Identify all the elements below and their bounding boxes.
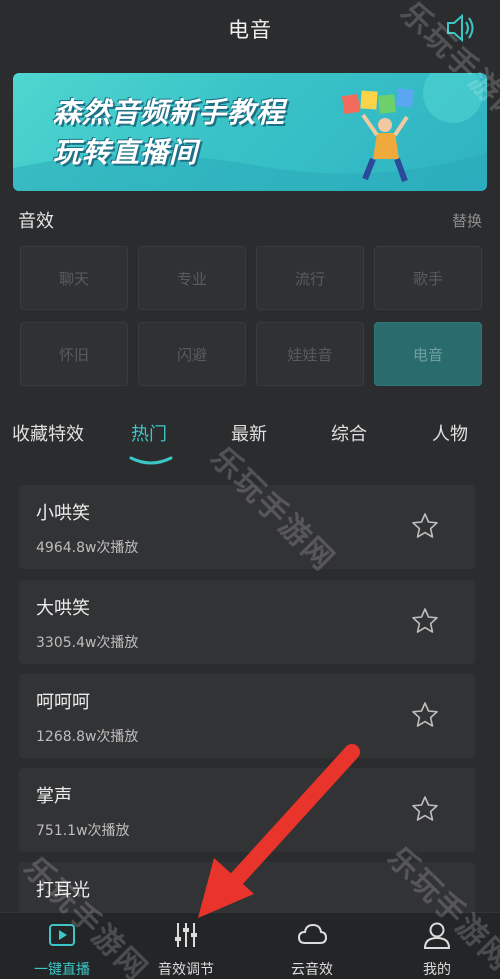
nav-item-me[interactable]: 我的 xyxy=(387,913,487,979)
tab-characters[interactable]: 人物 xyxy=(432,420,468,446)
top-bar: 电音 xyxy=(0,0,500,58)
effect-chip[interactable]: 怀旧 xyxy=(20,322,128,386)
effect-chip[interactable]: 流行 xyxy=(256,246,364,310)
nav-label: 音效调节 xyxy=(158,962,214,978)
play-count: 3305.4w次播放 xyxy=(36,635,139,651)
speaker-icon[interactable] xyxy=(444,12,478,44)
sound-name: 打耳光 xyxy=(36,880,90,901)
effect-chip[interactable]: 专业 xyxy=(138,246,246,310)
banner-title-line1: 森然音频新手教程 xyxy=(53,96,286,129)
sound-item[interactable]: 小哄笑 4964.8w次播放 xyxy=(19,485,475,569)
tutorial-banner[interactable]: 森然音频新手教程 玩转直播间 xyxy=(13,73,487,191)
nav-label: 云音效 xyxy=(291,962,333,978)
live-play-icon xyxy=(49,924,75,946)
play-count: 1268.8w次播放 xyxy=(36,729,139,745)
cloud-icon xyxy=(297,923,328,944)
banner-title-line2: 玩转直播间 xyxy=(53,136,199,169)
equalizer-icon xyxy=(175,923,197,947)
sound-name: 呵呵呵 xyxy=(36,692,90,713)
nav-item-cloud[interactable]: 云音效 xyxy=(262,913,362,979)
nav-item-equalizer[interactable]: 音效调节 xyxy=(136,913,236,979)
tab-latest[interactable]: 最新 xyxy=(231,420,267,446)
sound-item[interactable]: 大哄笑 3305.4w次播放 xyxy=(19,580,475,664)
page-title: 电音 xyxy=(228,18,272,42)
tab-favorites[interactable]: 收藏特效 xyxy=(12,420,84,446)
nav-label: 我的 xyxy=(423,962,451,978)
nav-item-live[interactable]: 一键直播 xyxy=(12,913,112,979)
sound-name: 掌声 xyxy=(36,786,72,807)
play-count: 4964.8w次播放 xyxy=(36,540,139,556)
user-icon xyxy=(423,922,451,949)
bottom-nav: 一键直播 音效调节 云音效 我的 xyxy=(0,912,500,979)
effect-chip[interactable]: 娃娃音 xyxy=(256,322,364,386)
sound-name: 大哄笑 xyxy=(36,598,90,619)
effect-chip-selected[interactable]: 电音 xyxy=(374,322,482,386)
sound-item[interactable]: 打耳光 xyxy=(19,862,475,912)
effect-chip[interactable]: 聊天 xyxy=(20,246,128,310)
swap-button[interactable]: 替换 xyxy=(452,210,482,231)
effect-chip[interactable]: 闪避 xyxy=(138,322,246,386)
sound-item[interactable]: 呵呵呵 1268.8w次播放 xyxy=(19,674,475,758)
tab-hot[interactable]: 热门 xyxy=(131,420,167,446)
sound-item[interactable]: 掌声 751.1w次播放 xyxy=(19,768,475,852)
effect-chip[interactable]: 歌手 xyxy=(374,246,482,310)
play-count: 751.1w次播放 xyxy=(36,823,130,839)
sound-name: 小哄笑 xyxy=(36,503,90,524)
favorite-star-icon[interactable] xyxy=(411,512,439,540)
effects-label: 音效 xyxy=(18,211,54,232)
tab-general[interactable]: 综合 xyxy=(331,420,367,446)
nav-label: 一键直播 xyxy=(34,962,90,978)
favorite-star-icon[interactable] xyxy=(411,701,439,729)
category-tabs: 收藏特效 热门 最新 综合 人物 xyxy=(0,420,500,470)
favorite-star-icon[interactable] xyxy=(411,607,439,635)
effects-section-header: 音效 替换 xyxy=(18,206,482,234)
active-tab-indicator xyxy=(129,456,173,465)
favorite-star-icon[interactable] xyxy=(411,795,439,823)
